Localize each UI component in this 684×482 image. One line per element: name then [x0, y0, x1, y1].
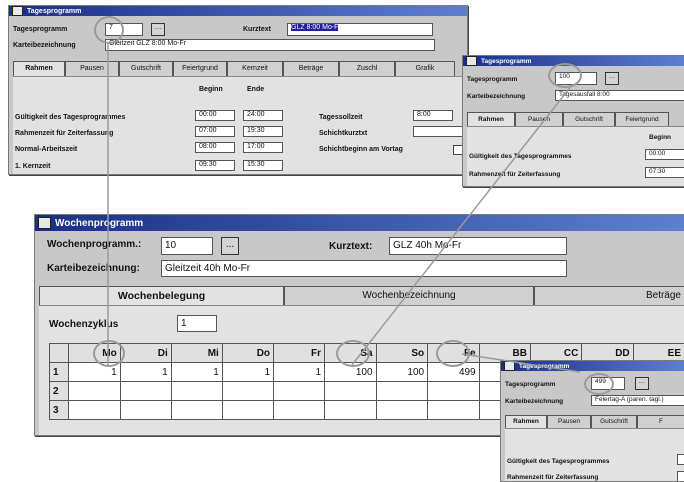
highlight-circle-tagesprogramm-499 — [584, 373, 614, 395]
highlight-circle-tagesprogramm-100 — [548, 63, 582, 88]
highlight-circle-sa — [336, 340, 370, 367]
highlight-circle-mo — [93, 340, 125, 367]
connector-line-sa — [352, 85, 572, 365]
highlight-circle-tagesprogramm-7 — [94, 16, 124, 44]
highlight-circle-fe — [436, 340, 470, 367]
connector-line-fe — [462, 354, 580, 372]
